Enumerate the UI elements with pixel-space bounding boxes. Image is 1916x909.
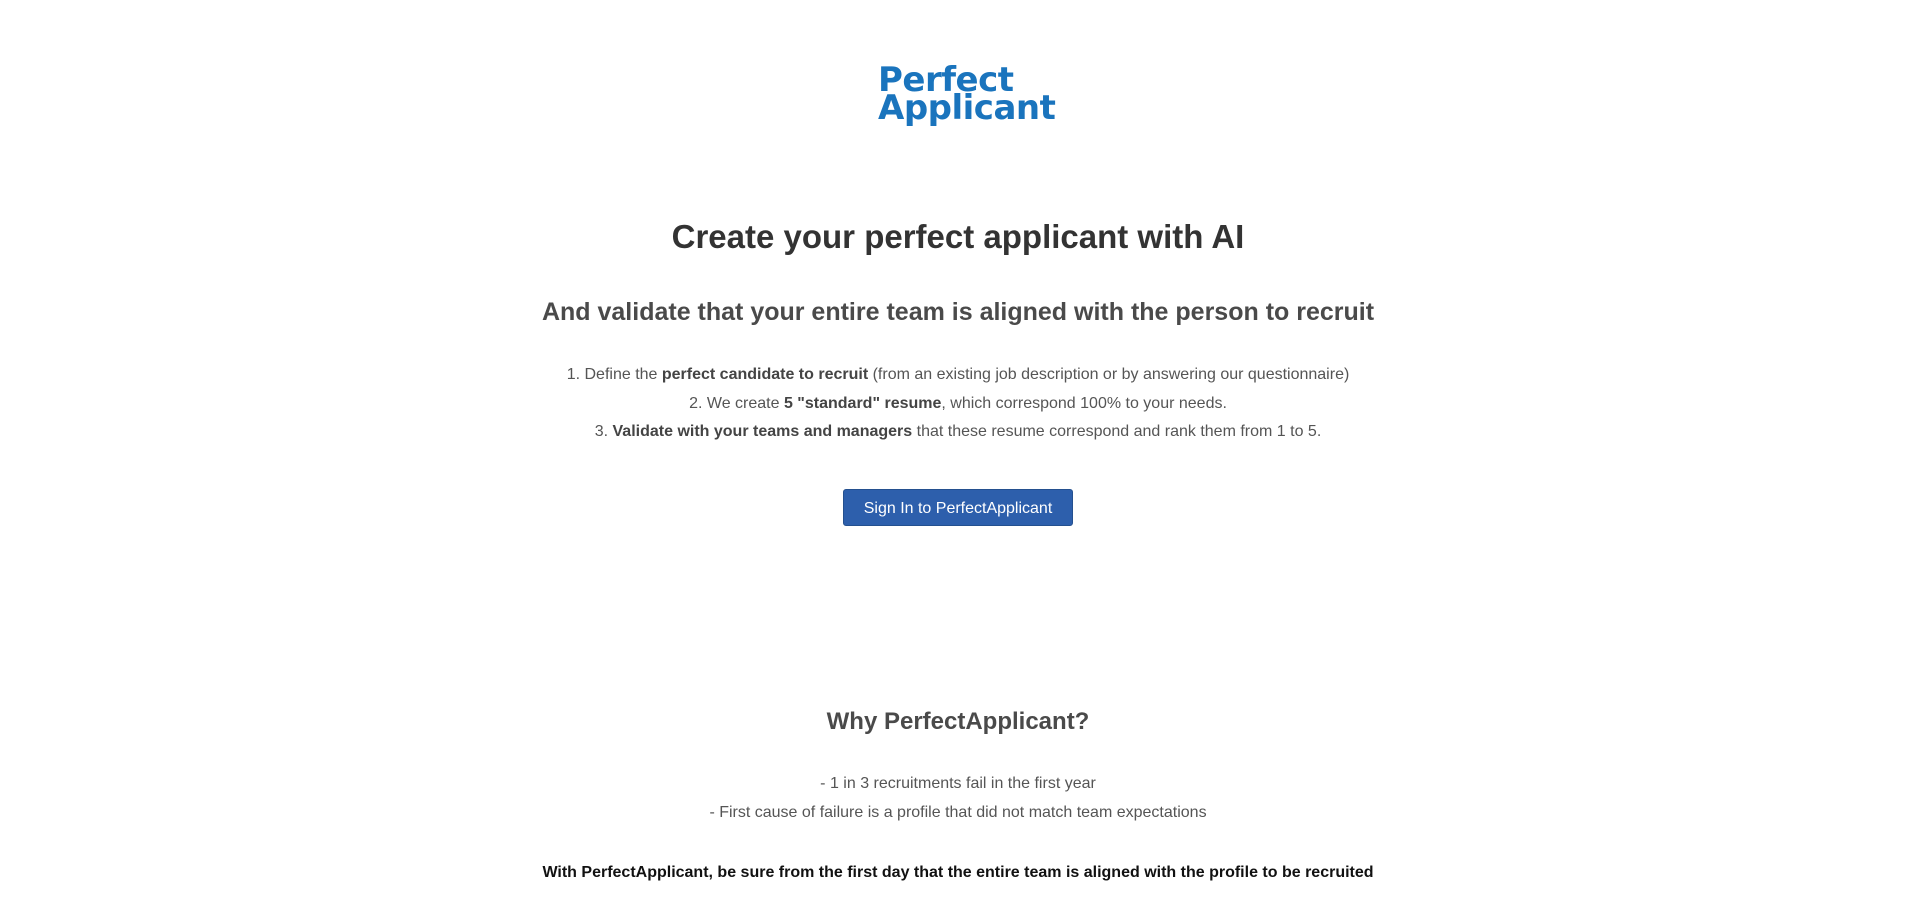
perfectapplicant-logo[interactable]: Perfect Applicant — [848, 63, 1068, 128]
sign-in-button[interactable]: Sign In to PerfectApplicant — [843, 489, 1073, 526]
step-item: 3. Validate with your teams and managers… — [0, 418, 1916, 447]
cta-container: Sign In to PerfectApplicant — [0, 489, 1916, 526]
why-point: - 1 in 3 recruitments fail in the first … — [820, 775, 1096, 792]
why-points-list: - 1 in 3 recruitments fail in the first … — [0, 770, 1916, 827]
step-item: 1. Define the perfect candidate to recru… — [0, 361, 1916, 390]
step-prefix: 1. Define the — [566, 366, 662, 383]
why-point: - First cause of failure is a profile th… — [709, 803, 1207, 821]
landing-page: Perfect Applicant Create your perfect ap… — [0, 0, 1916, 909]
step-suffix: that these resume correspond and rank th… — [912, 423, 1322, 440]
step-highlight: Validate with your teams and managers — [612, 423, 913, 440]
step-suffix: , which correspond 100% to your needs. — [941, 394, 1227, 412]
step-highlight: 5 "standard" resume — [783, 394, 942, 412]
step-prefix: 3. — [594, 423, 613, 440]
steps-list: 1. Define the perfect candidate to recru… — [0, 361, 1916, 447]
why-title: Why PerfectApplicant? — [826, 708, 1090, 735]
step-prefix: 2. We create — [689, 394, 784, 412]
step-item: 2. We create 5 "standard" resume, which … — [0, 390, 1916, 419]
step-suffix: (from an existing job description or by … — [868, 366, 1350, 383]
hero-subtitle: And validate that your entire team is al… — [541, 298, 1375, 326]
hero-title: Create your perfect applicant with AI — [671, 218, 1245, 255]
closing-statement: With PerfectApplicant, be sure from the … — [542, 864, 1374, 881]
logo-line-2: Applicant — [878, 88, 1056, 128]
step-highlight: perfect candidate to recruit — [661, 366, 869, 383]
